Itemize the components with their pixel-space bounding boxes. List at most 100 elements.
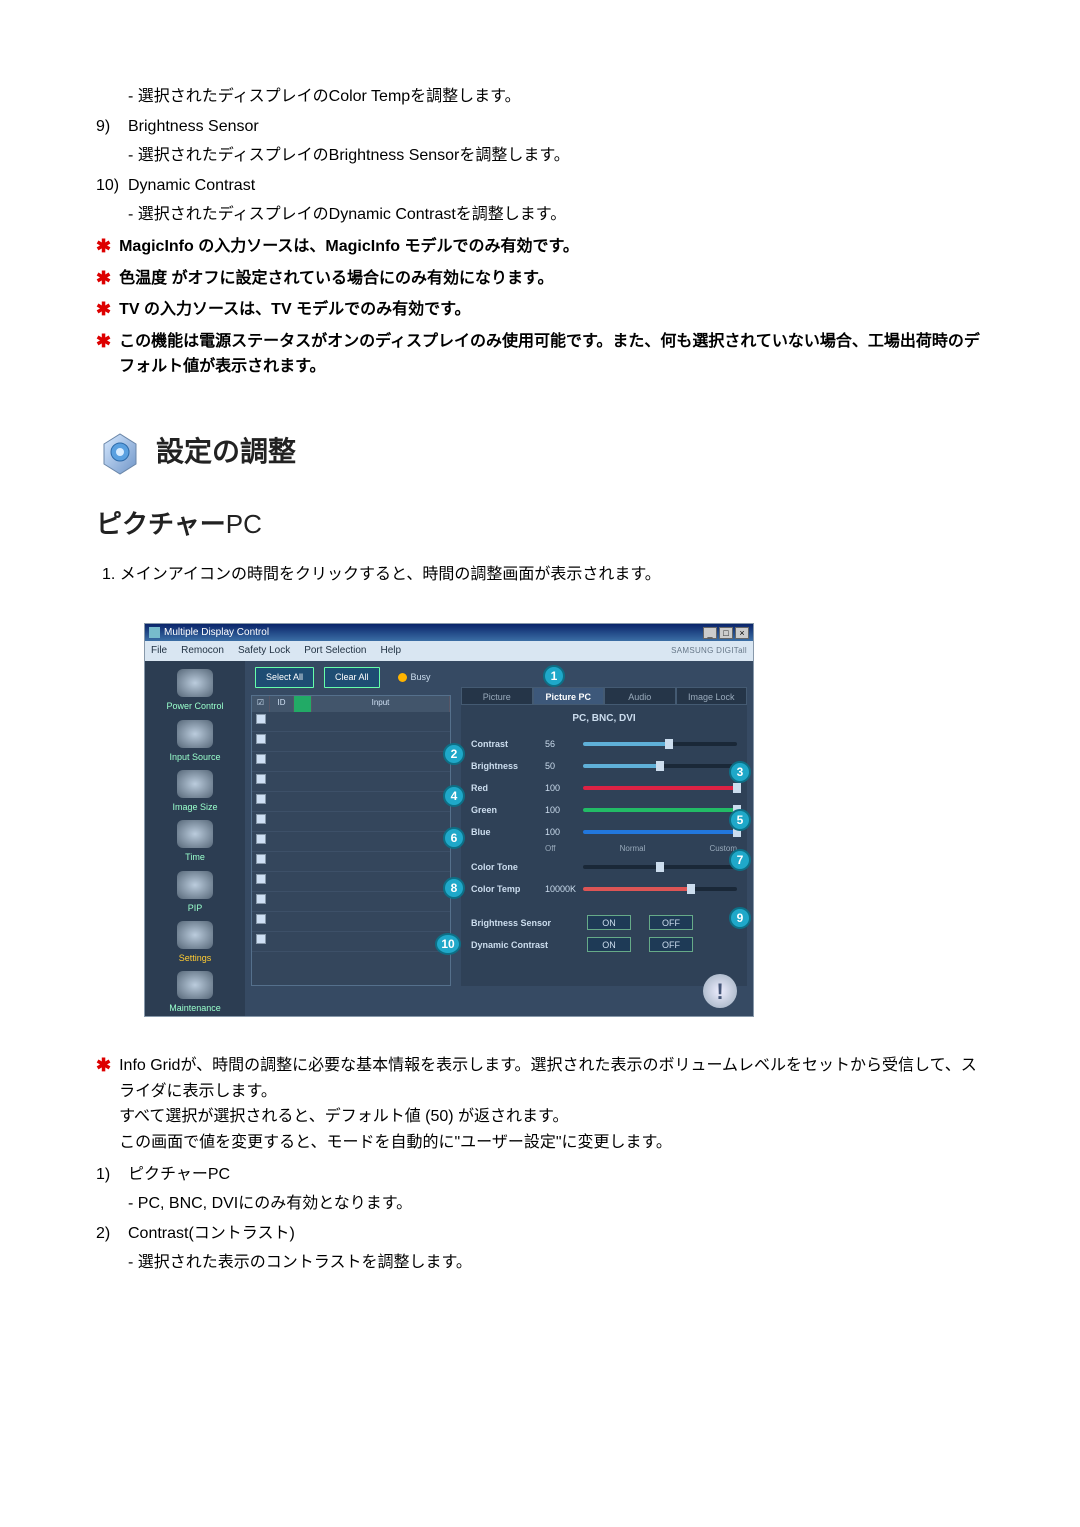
callout-3: 3 xyxy=(729,761,751,783)
star-icon: ✱ xyxy=(96,329,111,354)
brightness-row: Brightness 50 xyxy=(471,755,737,777)
sidebar-item-input-source[interactable]: Input Source xyxy=(153,720,237,764)
info-icon[interactable]: ! xyxy=(703,974,737,1008)
brightness-sensor-off-button[interactable]: OFF xyxy=(649,915,693,930)
tab-image-lock[interactable]: Image Lock xyxy=(676,687,748,705)
red-slider[interactable] xyxy=(583,786,737,790)
item-desc: - PC, BNC, DVIにのみ有効となります。 xyxy=(128,1191,984,1217)
blue-slider[interactable] xyxy=(583,830,737,834)
checkbox-icon[interactable] xyxy=(256,734,266,744)
checkbox-icon[interactable] xyxy=(256,814,266,824)
settings-icon xyxy=(177,921,213,949)
item-number: 1) xyxy=(96,1162,128,1188)
star-icon: ✱ xyxy=(96,234,111,259)
checkbox-icon[interactable] xyxy=(256,894,266,904)
list-item[interactable] xyxy=(252,932,450,952)
sidebar-item-settings[interactable]: Settings xyxy=(153,921,237,965)
checkbox-icon[interactable] xyxy=(256,794,266,804)
checkbox-icon[interactable] xyxy=(256,854,266,864)
list-item[interactable] xyxy=(252,752,450,772)
checkbox-icon[interactable] xyxy=(256,774,266,784)
star-icon: ✱ xyxy=(96,266,111,291)
sub-title: ピクチャーPC xyxy=(96,504,984,546)
note-text: この機能は電源ステータスがオンのディスプレイのみ使用可能です。また、何も選択され… xyxy=(119,329,984,380)
checkbox-icon[interactable] xyxy=(256,834,266,844)
item-title: Brightness Sensor xyxy=(128,114,984,140)
color-tone-labels: Off Normal Custom xyxy=(471,843,737,856)
checkbox-icon[interactable] xyxy=(256,914,266,924)
list-item[interactable] xyxy=(252,812,450,832)
callout-9: 9 xyxy=(729,907,751,929)
list-item[interactable] xyxy=(252,872,450,892)
contrast-row: Contrast 56 xyxy=(471,733,737,755)
color-tone-slider[interactable] xyxy=(583,865,737,869)
time-icon xyxy=(177,820,213,848)
sidebar-item-image-size[interactable]: Image Size xyxy=(153,770,237,814)
contrast-slider[interactable] xyxy=(583,742,737,746)
maximize-button[interactable]: □ xyxy=(719,627,733,639)
source-label: PC, BNC, DVI xyxy=(471,711,737,727)
input-icon xyxy=(177,720,213,748)
brightness-sensor-on-button[interactable]: ON xyxy=(587,915,631,930)
sidebar-item-time[interactable]: Time xyxy=(153,820,237,864)
item-number: 10) xyxy=(96,173,128,199)
menu-safety-lock[interactable]: Safety Lock xyxy=(238,643,290,659)
dynamic-contrast-off-button[interactable]: OFF xyxy=(649,937,693,952)
green-row: Green 100 xyxy=(471,799,737,821)
item-number: 2) xyxy=(96,1221,128,1247)
list-item[interactable] xyxy=(252,852,450,872)
note-text: TV の入力ソースは、TV モデルでのみ有効です。 xyxy=(119,297,984,323)
item-title: ピクチャーPC xyxy=(128,1162,984,1188)
col-input: Input xyxy=(312,696,450,712)
display-list: ☑ ID Input xyxy=(251,695,451,986)
sidebar-item-power-control[interactable]: Power Control xyxy=(153,669,237,713)
list-item[interactable] xyxy=(252,712,450,732)
app-screenshot: Multiple Display Control _ □ × File Remo… xyxy=(144,623,754,1017)
brightness-slider[interactable] xyxy=(583,764,737,768)
checkbox-icon[interactable] xyxy=(256,934,266,944)
menu-port-selection[interactable]: Port Selection xyxy=(304,643,366,659)
item-title: Contrast(コントラスト) xyxy=(128,1221,984,1247)
tab-picture-pc[interactable]: Picture PC xyxy=(533,687,605,705)
menu-file[interactable]: File xyxy=(151,643,167,659)
callout-8: 8 xyxy=(443,877,465,899)
list-item[interactable] xyxy=(252,912,450,932)
tab-audio[interactable]: Audio xyxy=(604,687,676,705)
list-item[interactable] xyxy=(252,732,450,752)
tab-picture[interactable]: Picture xyxy=(461,687,533,705)
checkbox-icon[interactable] xyxy=(256,874,266,884)
checkbox-icon[interactable] xyxy=(256,754,266,764)
color-temp-row: Color Temp 10000K xyxy=(471,878,737,900)
note-text: MagicInfo の入力ソースは、MagicInfo モデルでのみ有効です。 xyxy=(119,234,984,260)
callout-10: 10 xyxy=(435,933,461,955)
menubar: File Remocon Safety Lock Port Selection … xyxy=(145,641,753,661)
close-button[interactable]: × xyxy=(735,627,749,639)
clear-all-button[interactable]: Clear All xyxy=(324,667,380,687)
list-item[interactable] xyxy=(252,892,450,912)
sidebar-item-pip[interactable]: PIP xyxy=(153,871,237,915)
list-item[interactable] xyxy=(252,792,450,812)
power-icon xyxy=(177,669,213,697)
star-icon: ✱ xyxy=(96,297,111,322)
menu-help[interactable]: Help xyxy=(380,643,401,659)
col-id: ID xyxy=(270,696,294,712)
brand-label: SAMSUNG DIGITall xyxy=(671,645,747,658)
callout-7: 7 xyxy=(729,849,751,871)
settings-cube-icon xyxy=(96,428,144,476)
minimize-button[interactable]: _ xyxy=(703,627,717,639)
green-slider[interactable] xyxy=(583,808,737,812)
dynamic-contrast-on-button[interactable]: ON xyxy=(587,937,631,952)
color-temp-slider[interactable] xyxy=(583,887,737,891)
checkbox-icon[interactable] xyxy=(256,714,266,724)
note-text: 色温度 がオフに設定されている場合にのみ有効になります。 xyxy=(119,266,984,292)
select-all-button[interactable]: Select All xyxy=(255,667,314,687)
menu-remocon[interactable]: Remocon xyxy=(181,643,224,659)
red-row: Red 100 xyxy=(471,777,737,799)
callout-6: 6 xyxy=(443,827,465,849)
note-text: Info Gridが、時間の調整に必要な基本情報を表示します。選択された表示のボ… xyxy=(119,1053,984,1155)
list-item[interactable] xyxy=(252,832,450,852)
callout-2: 2 xyxy=(443,743,465,765)
item-desc: - 選択された表示のコントラストを調整します。 xyxy=(128,1250,984,1276)
sidebar-item-maintenance[interactable]: Maintenance xyxy=(153,971,237,1015)
list-item[interactable] xyxy=(252,772,450,792)
